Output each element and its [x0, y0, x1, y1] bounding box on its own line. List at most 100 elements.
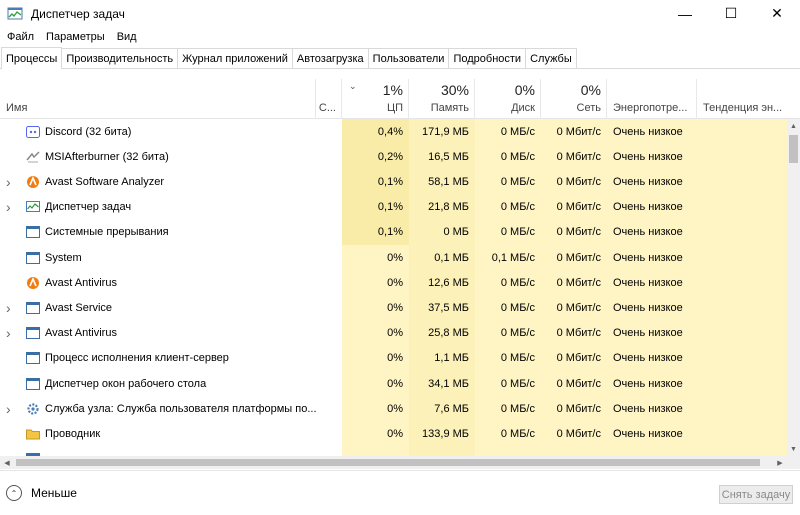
avast-icon	[25, 174, 40, 189]
process-power	[607, 447, 697, 456]
window-icon	[25, 376, 40, 391]
process-row[interactable]: › Avast Software Analyzer 0,1% 58,1 МБ 0 МБ/…	[0, 169, 787, 195]
expand-chevron-icon[interactable]: ›	[6, 169, 11, 194]
process-cpu: 0%	[387, 377, 403, 390]
process-row[interactable]: Проводник 0% 133,9 МБ 0 МБ/с 0 Мбит/с Очень н…	[0, 421, 787, 446]
process-cpu: 0,1%	[377, 201, 403, 214]
process-memory: 0,1 МБ	[434, 251, 469, 264]
column-memory[interactable]: 30% Память	[409, 79, 475, 119]
column-header: Имя С... ⌄ 1% ЦП 30% Память 0% Диск 0% С…	[0, 79, 800, 119]
menu-bar: Файл Параметры Вид	[0, 27, 800, 47]
process-name: Процесс исполнения клиент-сервер	[45, 352, 229, 365]
menu-view[interactable]: Вид	[113, 31, 141, 43]
column-disk[interactable]: 0% Диск	[475, 79, 541, 119]
process-disk: 0 МБ/с	[500, 377, 535, 390]
menu-file[interactable]: Файл	[3, 31, 38, 43]
process-row[interactable]: MSIAfterburner (32 бита) 0,2% 16,5 МБ 0 МБ/…	[0, 144, 787, 170]
process-row[interactable]: › Avast Antivirus 0% 25,8 МБ 0 МБ/с 0 Мбит/с О…	[0, 321, 787, 346]
process-row[interactable]: System 0% 0,1 МБ 0,1 МБ/с 0 Мбит/с Очень низк…	[0, 245, 787, 270]
process-row[interactable]: Avast Antivirus 0% 12,6 МБ 0 МБ/с 0 Мбит/с Оч…	[0, 270, 787, 295]
column-power-trend-label: Тенденция эн...	[703, 102, 783, 114]
gear-icon	[25, 401, 40, 416]
process-disk: 0 МБ/с	[500, 402, 535, 415]
tab-bar: Процессы Производительность Журнал прило…	[0, 47, 800, 69]
vertical-scrollbar[interactable]: ▲ ▼	[787, 119, 800, 456]
process-name: Проводник	[45, 427, 101, 440]
process-network: 0 Мбит/с	[556, 402, 601, 415]
process-row[interactable]: › Служба узла: Служба пользователя платфо…	[0, 396, 787, 421]
horizontal-scroll-thumb[interactable]	[16, 459, 760, 466]
scroll-right-icon[interactable]: ▶	[773, 456, 787, 469]
process-disk: 0 МБ/с	[500, 352, 535, 365]
process-row[interactable]: Процесс исполнения клиент-сервер 0% 1,1 МБ…	[0, 346, 787, 371]
process-cpu: 0%	[387, 276, 403, 289]
process-name: Avast Antivirus	[45, 276, 117, 289]
column-network[interactable]: 0% Сеть	[541, 79, 607, 119]
process-memory: 1,1 МБ	[434, 352, 469, 365]
sort-chevron-icon: ⌄	[349, 81, 357, 91]
process-power: Очень низкое	[613, 175, 683, 188]
expand-chevron-icon[interactable]: ›	[6, 321, 11, 346]
process-memory: 0 МБ	[443, 226, 469, 239]
process-row[interactable]: › Avast Service 0% 37,5 МБ 0 МБ/с 0 Мбит/с Оче…	[0, 295, 787, 320]
tab-processes[interactable]: Процессы	[1, 47, 63, 69]
process-disk: 0 МБ/с	[500, 201, 535, 214]
scroll-down-icon[interactable]: ▼	[787, 442, 800, 456]
process-row[interactable]: › Диспетчер задач 0,1% 21,8 МБ 0 МБ/с 0 Мбит/…	[0, 194, 787, 220]
tab-users[interactable]: Пользователи	[367, 48, 450, 68]
expand-chevron-icon[interactable]: ›	[6, 295, 11, 320]
process-power: Очень низкое	[613, 352, 683, 365]
expand-chevron-icon[interactable]: ›	[6, 396, 11, 421]
footer: ⌃ Меньше Снять задачу	[0, 470, 800, 515]
tab-startup[interactable]: Автозагрузка	[291, 48, 369, 68]
process-row[interactable]: Discord (32 бита) 0,4% 171,9 МБ 0 МБ/с 0 Мби…	[0, 119, 787, 145]
tab-details[interactable]: Подробности	[448, 48, 527, 68]
horizontal-scrollbar[interactable]: ◀ ▶	[0, 456, 787, 469]
disk-total: 0%	[514, 82, 535, 98]
scroll-left-icon[interactable]: ◀	[0, 456, 14, 469]
fewer-details-button[interactable]: ⌃ Меньше	[6, 485, 77, 501]
tab-services[interactable]: Службы	[525, 48, 577, 68]
menu-options[interactable]: Параметры	[42, 31, 109, 43]
column-power-trend[interactable]: Тенденция эн...	[697, 79, 800, 119]
process-network	[541, 447, 607, 456]
process-disk	[475, 447, 541, 456]
process-disk: 0 МБ/с	[500, 226, 535, 239]
process-power: Очень низкое	[613, 402, 683, 415]
process-row[interactable]: Диспетчер окон рабочего стола 0% 34,1 МБ 0 …	[0, 371, 787, 396]
process-row[interactable]: Системные прерывания 0,1% 0 МБ 0 МБ/с 0 Мбит…	[0, 219, 787, 245]
discord-icon	[25, 124, 40, 139]
expand-chevron-icon[interactable]: ›	[6, 195, 11, 220]
tab-performance[interactable]: Производительность	[61, 48, 179, 68]
taskmgr-icon	[25, 200, 40, 215]
process-memory: 12,6 МБ	[428, 276, 469, 289]
tab-app-history[interactable]: Журнал приложений	[177, 48, 293, 68]
close-button[interactable]: ✕	[754, 0, 800, 27]
process-network: 0 Мбит/с	[556, 226, 601, 239]
minimize-button[interactable]: —	[662, 0, 708, 27]
process-cpu: 0%	[387, 402, 403, 415]
vertical-scroll-thumb[interactable]	[789, 135, 798, 163]
process-list: Discord (32 бита) 0,4% 171,9 МБ 0 МБ/с 0 Мби…	[0, 119, 787, 456]
task-manager-icon	[7, 6, 23, 22]
column-status[interactable]: С...	[316, 79, 342, 119]
column-cpu[interactable]: ⌄ 1% ЦП	[342, 79, 409, 119]
process-cpu: 0,2%	[377, 150, 403, 163]
fewer-details-label: Меньше	[31, 486, 77, 500]
column-name[interactable]: Имя	[0, 79, 316, 119]
process-memory: 7,6 МБ	[434, 402, 469, 415]
process-network: 0 Мбит/с	[556, 201, 601, 214]
process-row[interactable]	[0, 447, 787, 456]
window-icon	[25, 351, 40, 366]
scroll-up-icon[interactable]: ▲	[787, 119, 800, 133]
afterburner-icon	[25, 149, 40, 164]
end-task-button[interactable]: Снять задачу	[719, 485, 793, 504]
column-power[interactable]: Энергопотре...	[607, 79, 697, 119]
process-name: Discord (32 бита)	[45, 125, 132, 138]
process-power: Очень низкое	[613, 226, 683, 239]
window-icon	[25, 250, 40, 265]
maximize-button[interactable]: ☐	[708, 0, 754, 27]
column-power-label: Энергопотре...	[613, 102, 688, 114]
process-disk: 0,1 МБ/с	[491, 251, 535, 264]
process-memory: 133,9 МБ	[422, 427, 469, 440]
